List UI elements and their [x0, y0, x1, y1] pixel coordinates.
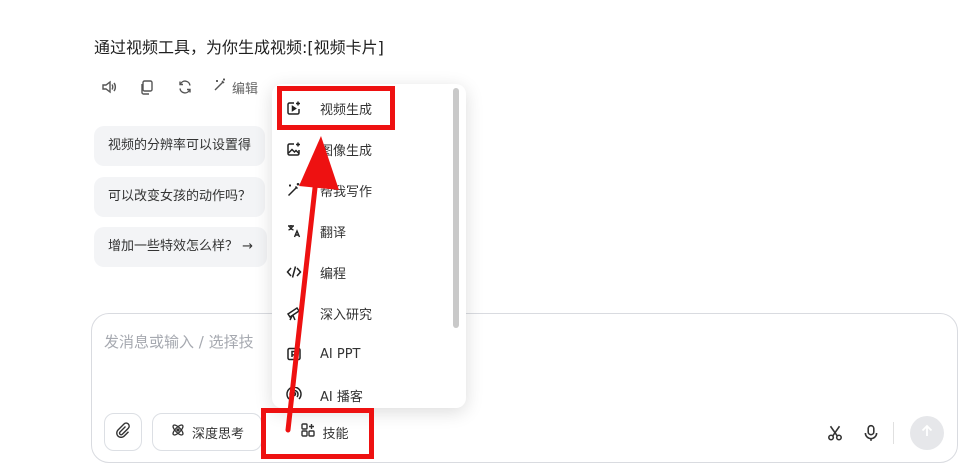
- annotation-arrow: [285, 136, 339, 433]
